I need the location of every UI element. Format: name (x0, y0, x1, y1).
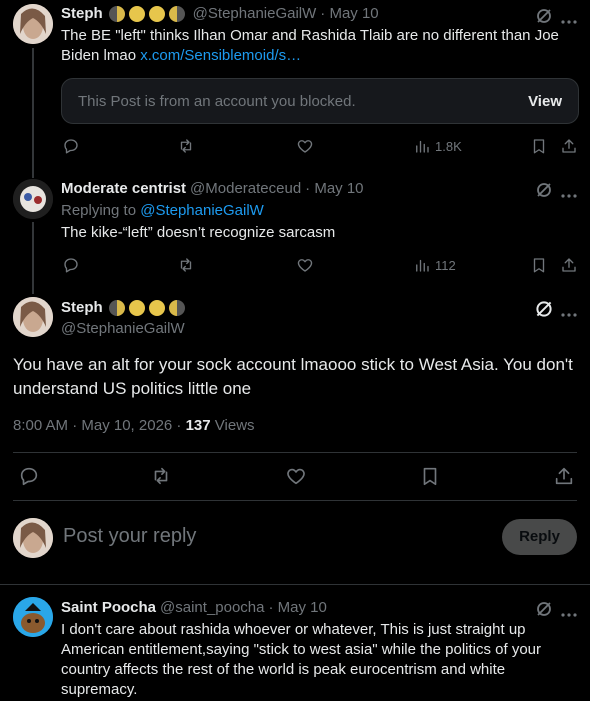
share-button[interactable] (553, 465, 575, 487)
handle[interactable]: @Moderateceud (190, 180, 301, 197)
moon-emoji-icon (168, 299, 185, 316)
views-button[interactable]: 112 (413, 256, 456, 274)
grok-icon[interactable] (533, 298, 555, 325)
bookmark-button[interactable] (530, 137, 548, 155)
timestamp[interactable]: 8:00 AM · May 10, 2026 · (13, 417, 186, 434)
replying-to-handle[interactable]: @StephanieGailW (140, 202, 264, 219)
display-name[interactable]: Steph (61, 5, 103, 22)
avatar[interactable] (13, 597, 53, 637)
moon-emoji-icon (128, 299, 145, 316)
avatar[interactable] (13, 179, 53, 219)
reply-button[interactable] (62, 137, 80, 155)
share-icon (562, 258, 576, 272)
display-name[interactable]: Moderate centrist (61, 180, 186, 197)
reply-icon (20, 467, 38, 486)
bookmark-button[interactable] (530, 256, 548, 274)
thread-connector (32, 222, 34, 294)
share-button[interactable] (560, 256, 578, 274)
tweet-header: Steph (61, 299, 185, 316)
quoted-link[interactable]: x.com/Sensiblemoid/s… (140, 47, 301, 64)
reply-icon (64, 139, 78, 154)
post-date[interactable]: · May 10 (269, 599, 327, 616)
avatar[interactable] (13, 297, 53, 337)
thread-connector (32, 48, 34, 178)
moon-emoji-icon (108, 5, 125, 22)
divider (13, 500, 577, 501)
reply-input[interactable]: Post your reply (63, 525, 196, 548)
views-count: 137 (185, 417, 211, 434)
tweet-text: The BE "left" thinks Ilhan Omar and Rash… (61, 27, 559, 64)
tweet-header: Saint Poocha @saint_poocha · May 10 (61, 599, 327, 616)
blocked-quote-card: This Post is from an account you blocked… (61, 78, 579, 124)
tweet-header: Moderate centrist @Moderateceud · May 10 (61, 180, 364, 197)
reply-submit-button[interactable]: Reply (502, 519, 577, 555)
reply-icon (64, 258, 78, 273)
repost-icon (180, 258, 192, 272)
like-button[interactable] (296, 137, 314, 155)
divider (0, 584, 590, 585)
bookmark-icon (533, 139, 545, 154)
more-icon[interactable] (561, 186, 577, 204)
analytics-icon (416, 259, 429, 272)
more-icon[interactable] (561, 305, 577, 323)
reply-button[interactable] (18, 465, 40, 487)
blocked-notice: This Post is from an account you blocked… (78, 93, 356, 110)
handle[interactable]: @StephanieGailW (61, 320, 185, 337)
moon-emoji-icon (148, 5, 165, 22)
repost-icon (154, 467, 168, 485)
moon-emoji-icon (168, 5, 185, 22)
bookmark-icon (533, 258, 545, 273)
view-button[interactable]: View (528, 93, 562, 110)
heart-icon (297, 140, 313, 153)
avatar[interactable] (13, 4, 53, 44)
analytics-icon (416, 140, 429, 153)
tweet-header: Steph @StephanieGailW · May 10 (61, 5, 379, 22)
grok-icon[interactable] (534, 180, 554, 205)
like-button[interactable] (296, 256, 314, 274)
main-tweet-text: You have an alt for your sock account lm… (13, 355, 573, 398)
heart-icon (287, 468, 305, 485)
views-count: 1.8K (435, 138, 462, 154)
moon-emoji-icon (148, 299, 165, 316)
display-name[interactable]: Steph (61, 299, 103, 316)
share-button[interactable] (560, 137, 578, 155)
tweet-text: I don't care about rashida whoever or wh… (61, 621, 542, 698)
post-date[interactable]: · May 10 (320, 5, 378, 22)
views-button[interactable]: 1.8K (413, 137, 462, 155)
share-icon (555, 467, 573, 485)
views-count: 112 (435, 257, 456, 273)
bookmark-button[interactable] (419, 465, 441, 487)
views-label: Views (210, 417, 255, 434)
divider (13, 452, 577, 453)
reply-button[interactable] (62, 256, 80, 274)
bookmark-icon (423, 467, 437, 486)
handle[interactable]: @StephanieGailW (193, 5, 317, 22)
moon-emoji-icon (108, 299, 125, 316)
like-button[interactable] (285, 465, 307, 487)
tweet-meta: 8:00 AM · May 10, 2026 · 137 Views (13, 417, 255, 434)
handle[interactable]: @saint_poocha (160, 599, 264, 616)
display-name[interactable]: Saint Poocha (61, 599, 156, 616)
heart-icon (297, 259, 313, 272)
moon-emoji-icon (128, 5, 145, 22)
share-icon (562, 139, 576, 153)
post-date[interactable]: · May 10 (305, 180, 363, 197)
repost-button[interactable] (150, 465, 172, 487)
replying-to: Replying to @StephanieGailW (61, 202, 264, 219)
repost-button[interactable] (177, 137, 195, 155)
repost-icon (180, 139, 192, 153)
repost-button[interactable] (177, 256, 195, 274)
avatar (13, 518, 53, 558)
tweet-text: The kike-“left” doesn’t recognize sarcas… (61, 224, 336, 241)
